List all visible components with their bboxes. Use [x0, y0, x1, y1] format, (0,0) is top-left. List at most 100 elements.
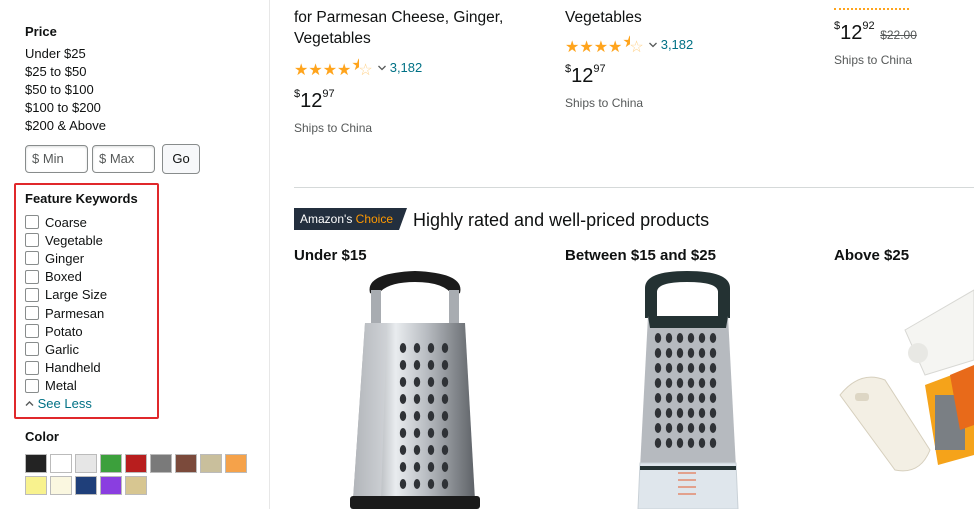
grater-hole — [665, 438, 673, 448]
rating-row[interactable]: ★★★★★☆ 3,182 — [565, 32, 795, 57]
grater-hole — [676, 348, 684, 358]
grater-hole — [399, 360, 407, 370]
grater-hole — [665, 393, 673, 403]
color-swatch[interactable] — [75, 454, 97, 473]
keyword-ginger[interactable]: Ginger — [25, 249, 107, 267]
grater-hole — [399, 462, 407, 472]
color-swatch[interactable] — [25, 476, 47, 495]
category-15-25[interactable]: Between $15 and $25 — [565, 247, 716, 264]
grater-hole — [427, 428, 435, 438]
star-rating-icon[interactable]: ★★★★★☆ — [294, 55, 373, 80]
checkbox[interactable] — [25, 360, 39, 375]
grater-hole — [687, 378, 695, 388]
grater-hole — [441, 428, 449, 438]
checkbox[interactable] — [25, 324, 39, 339]
checkbox[interactable] — [25, 251, 39, 266]
grater-hole — [413, 411, 421, 421]
keyword-potato[interactable]: Potato — [25, 322, 107, 340]
see-less-link[interactable]: See Less — [25, 396, 92, 411]
rating-count[interactable]: 3,182 — [661, 37, 694, 52]
keyword-parmesan[interactable]: Parmesan — [25, 304, 107, 322]
grater-hole — [441, 411, 449, 421]
list-price: $22.00 — [880, 28, 917, 42]
color-swatch[interactable] — [125, 476, 147, 495]
amazons-choice-badge: Amazon's Choice — [294, 208, 407, 230]
price-range-under-25[interactable]: Under $25 — [25, 45, 106, 63]
grater-hole — [654, 348, 662, 358]
rating-row[interactable]: ★★★★★☆ 3,182 — [294, 55, 524, 80]
category-under-15[interactable]: Under $15 — [294, 247, 367, 264]
keyword-handheld[interactable]: Handheld — [25, 359, 107, 377]
grater-hole — [654, 393, 662, 403]
product-price: $1292 $22.00 — [834, 20, 917, 44]
price-range-200-above[interactable]: $200 & Above — [25, 117, 106, 135]
shipping-info: Ships to China — [294, 121, 373, 135]
grater-hole — [698, 348, 706, 358]
grater-hole — [665, 378, 673, 388]
grater-hole — [709, 348, 717, 358]
grater-hole — [399, 479, 407, 489]
box-grater-image[interactable] — [345, 268, 485, 509]
color-swatch[interactable] — [225, 454, 247, 473]
grater-hole — [413, 445, 421, 455]
go-button[interactable]: Go — [162, 144, 200, 174]
keyword-garlic[interactable]: Garlic — [25, 340, 107, 358]
keyword-vegetable[interactable]: Vegetable — [25, 231, 107, 249]
grater-hole — [441, 377, 449, 387]
grater-hole — [413, 462, 421, 472]
checkbox[interactable] — [25, 342, 39, 357]
choice-heading: Highly rated and well-priced products — [413, 210, 710, 230]
max-price-input[interactable]: $ Max — [92, 145, 155, 173]
keyword-large-size[interactable]: Large Size — [25, 286, 107, 304]
grater-hole — [709, 363, 717, 373]
keyword-boxed[interactable]: Boxed — [25, 268, 107, 286]
grater-hole — [654, 423, 662, 433]
grater-hole — [399, 411, 407, 421]
color-swatch[interactable] — [50, 476, 72, 495]
product-price: $1297 — [565, 63, 606, 87]
grater-hole — [654, 363, 662, 373]
grater-hole — [676, 408, 684, 418]
color-swatch[interactable] — [150, 454, 172, 473]
grater-hole — [687, 348, 695, 358]
keyword-metal[interactable]: Metal — [25, 377, 107, 395]
grater-hole — [441, 394, 449, 404]
grater-hole — [698, 363, 706, 373]
color-swatch[interactable] — [175, 454, 197, 473]
product-price: $1297 — [294, 88, 335, 112]
checkbox[interactable] — [25, 287, 39, 302]
checkbox[interactable] — [25, 378, 39, 393]
color-swatch[interactable] — [50, 454, 72, 473]
grater-hole — [654, 333, 662, 343]
keyword-coarse[interactable]: Coarse — [25, 213, 107, 231]
price-range-100-200[interactable]: $100 to $200 — [25, 99, 106, 117]
color-swatch[interactable] — [100, 454, 122, 473]
grater-hole — [665, 348, 673, 358]
checkbox[interactable] — [25, 306, 39, 321]
grater-hole — [687, 438, 695, 448]
checkbox[interactable] — [25, 215, 39, 230]
color-swatch[interactable] — [25, 454, 47, 473]
price-range-25-50[interactable]: $25 to $50 — [25, 63, 106, 81]
checkbox[interactable] — [25, 233, 39, 248]
star-rating-icon[interactable]: ★★★★★☆ — [565, 32, 644, 57]
category-above-25[interactable]: Above $25 — [834, 247, 909, 264]
black-box-grater-image[interactable] — [630, 268, 745, 509]
price-range-50-100[interactable]: $50 to $100 — [25, 81, 106, 99]
sidebar-divider — [269, 0, 270, 509]
product-title[interactable]: for Parmesan Cheese, Ginger, Vegetables — [294, 7, 524, 49]
checkbox[interactable] — [25, 269, 39, 284]
grater-hole — [654, 438, 662, 448]
feature-keywords-title: Feature Keywords — [25, 191, 138, 206]
grater-hole — [687, 363, 695, 373]
color-swatch[interactable] — [75, 476, 97, 495]
color-swatch[interactable] — [125, 454, 147, 473]
rating-count[interactable]: 3,182 — [390, 60, 423, 75]
min-price-input[interactable]: $ Min — [25, 145, 88, 173]
product-title[interactable]: Vegetables — [565, 7, 795, 28]
grater-set-image[interactable] — [830, 285, 974, 509]
color-swatch[interactable] — [200, 454, 222, 473]
grater-hole — [441, 360, 449, 370]
color-swatch[interactable] — [100, 476, 122, 495]
grater-hole — [413, 394, 421, 404]
